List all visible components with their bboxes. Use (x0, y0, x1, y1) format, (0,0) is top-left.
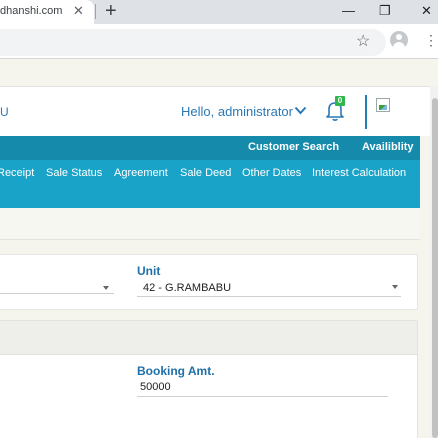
selection-card: Unit 42 - G.RAMBABU (0, 254, 418, 310)
project-select-underline[interactable] (0, 293, 114, 294)
booking-amount-input[interactable]: 50000 (140, 381, 171, 393)
user-greeting[interactable]: Hello, administrator (181, 104, 293, 119)
bookmark-star-icon[interactable]: ☆ (356, 31, 370, 51)
nav-receipt[interactable]: Receipt (0, 167, 34, 179)
secondary-nav: Customer Search Availiblity (0, 136, 420, 160)
content-top-strip (0, 208, 420, 240)
chevron-down-icon[interactable] (294, 106, 307, 115)
toolbar-divider (0, 58, 438, 59)
minimize-icon[interactable]: — (342, 2, 355, 20)
profile-avatar-icon[interactable] (390, 31, 408, 49)
page-scrollbar-thumb[interactable] (432, 98, 438, 438)
nav-other-dates[interactable]: Other Dates (242, 167, 301, 179)
browser-tab[interactable]: dhanshi.com ✕ (0, 0, 94, 24)
details-card-header (0, 320, 418, 355)
main-nav: Receipt Sale Status Agreement Sale Deed … (0, 160, 420, 208)
broken-image-icon[interactable] (376, 98, 390, 112)
details-card-body: Booking Amt. 50000 (0, 355, 418, 438)
unit-select-value[interactable]: 42 - G.RAMBABU (143, 282, 231, 294)
header-divider (365, 95, 367, 129)
browser-tab-strip: dhanshi.com ✕ + — ❐ ✕ (0, 0, 438, 24)
chevron-down-icon[interactable] (103, 286, 109, 290)
app-header: U Hello, administrator 0 (0, 86, 438, 136)
new-tab-icon[interactable]: + (105, 0, 117, 22)
nav-customer-search[interactable]: Customer Search (248, 141, 339, 153)
booking-amount-label: Booking Amt. (137, 364, 215, 378)
browser-menu-icon[interactable]: ⋮ (424, 30, 438, 50)
nav-sale-status[interactable]: Sale Status (46, 167, 102, 179)
nav-availability[interactable]: Availiblity (362, 141, 414, 153)
nav-interest-calculation[interactable]: Interest Calculation (312, 167, 406, 179)
unit-label: Unit (137, 264, 161, 278)
unit-select-underline[interactable] (137, 296, 401, 297)
booking-amount-underline[interactable] (137, 396, 388, 397)
restore-window-icon[interactable]: ❐ (379, 2, 391, 20)
nav-agreement[interactable]: Agreement (114, 167, 168, 179)
nav-sale-deed[interactable]: Sale Deed (180, 167, 231, 179)
tab-title: dhanshi.com (0, 5, 63, 17)
notification-badge: 0 (335, 96, 345, 106)
close-window-icon[interactable]: ✕ (421, 2, 432, 20)
chevron-down-icon[interactable] (392, 285, 398, 289)
tab-divider (95, 4, 96, 19)
address-bar[interactable]: ☆ (0, 29, 386, 56)
tab-close-icon[interactable]: ✕ (73, 3, 84, 19)
browser-toolbar: ☆ (0, 24, 438, 58)
brand-fragment: U (0, 105, 9, 119)
